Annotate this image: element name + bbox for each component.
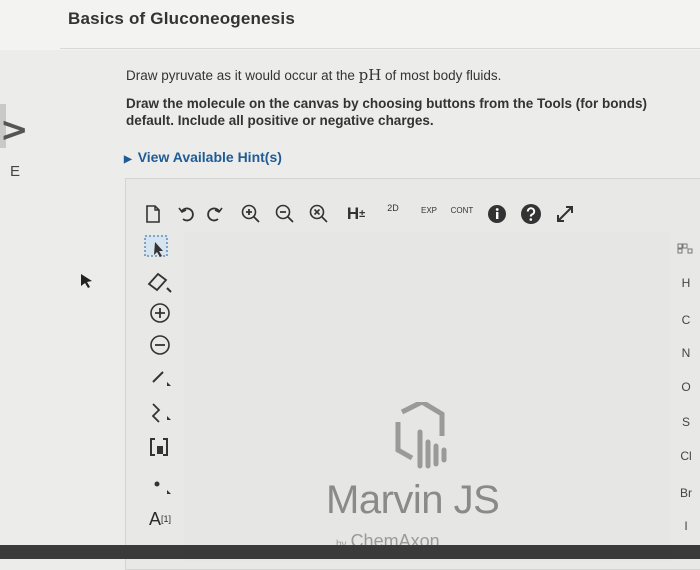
negative-charge-icon[interactable]: [140, 330, 180, 360]
bracket-tool-icon[interactable]: [140, 432, 180, 462]
chain-tool-icon[interactable]: [140, 396, 180, 426]
atom-label: A: [148, 508, 161, 529]
view-hints-link[interactable]: ▶ View Available Hint(s): [124, 149, 282, 165]
twod-label: 2D: [387, 203, 399, 213]
element-h-button[interactable]: H: [672, 276, 700, 290]
marvin-logo-icon: [380, 399, 460, 477]
element-s-button[interactable]: S: [672, 415, 700, 429]
help-icon[interactable]: [518, 200, 544, 228]
element-o-button[interactable]: O: [672, 380, 700, 394]
info-icon[interactable]: [484, 200, 510, 228]
title-divider: [60, 48, 700, 49]
bottom-bar: [0, 545, 700, 559]
element-n-button[interactable]: N: [672, 346, 700, 360]
h-sup: ±: [359, 208, 366, 220]
instruction-pre: Draw pyruvate as it would occur at the: [126, 68, 359, 83]
atom-sup: [1]: [161, 514, 172, 524]
clean-2d-button[interactable]: 2D: [378, 200, 408, 231]
instruction-text: Draw pyruvate as it would occur at the p…: [126, 66, 501, 84]
hint-label: View Available Hint(s): [137, 149, 282, 165]
chevron-right-icon[interactable]: >: [0, 110, 29, 150]
select-tool-icon[interactable]: [140, 233, 180, 263]
fullscreen-icon[interactable]: [552, 200, 578, 228]
ph-symbol: pH: [358, 66, 382, 84]
reaction-arrow-icon[interactable]: [140, 470, 180, 500]
undo-icon[interactable]: [173, 200, 199, 228]
h-label: H: [346, 204, 360, 223]
page-title: Basics of Gluconeogenesis: [68, 9, 296, 28]
hydrogen-toggle-button[interactable]: H ±: [340, 200, 372, 228]
contract-button[interactable]: CONT: [446, 200, 478, 234]
exp-label: EXP: [420, 206, 437, 215]
new-document-icon[interactable]: [140, 200, 166, 228]
element-i-button[interactable]: I: [672, 519, 700, 533]
instruction-post: of most body fluids.: [381, 68, 502, 83]
zoom-in-icon[interactable]: [238, 200, 264, 228]
positive-charge-icon[interactable]: [140, 298, 180, 328]
atom-label-tool[interactable]: A [1]: [140, 504, 180, 534]
mouse-cursor-icon: [80, 273, 94, 294]
drawing-instructions-line1: Draw the molecule on the canvas by choos…: [126, 96, 648, 111]
caret-right-icon: ▶: [124, 154, 132, 165]
element-cl-button[interactable]: Cl: [672, 449, 700, 463]
periodic-table-icon[interactable]: [672, 243, 700, 258]
side-tab-letter[interactable]: E: [10, 163, 20, 180]
eraser-icon[interactable]: [140, 266, 180, 296]
zoom-out-icon[interactable]: [272, 200, 298, 228]
cont-label: CONT: [450, 206, 474, 215]
element-c-button[interactable]: C: [672, 313, 700, 327]
redo-icon[interactable]: [202, 200, 228, 228]
zoom-reset-icon[interactable]: [306, 200, 332, 228]
single-bond-icon[interactable]: [140, 362, 180, 392]
expand-button[interactable]: EXP: [414, 200, 444, 234]
drawing-instructions: Draw the molecule on the canvas by choos…: [126, 95, 700, 129]
marvin-wordmark: Marvin JS: [326, 478, 500, 522]
element-br-button[interactable]: Br: [672, 486, 700, 500]
drawing-instructions-line2: default. Include all positive or negativ…: [126, 113, 434, 128]
